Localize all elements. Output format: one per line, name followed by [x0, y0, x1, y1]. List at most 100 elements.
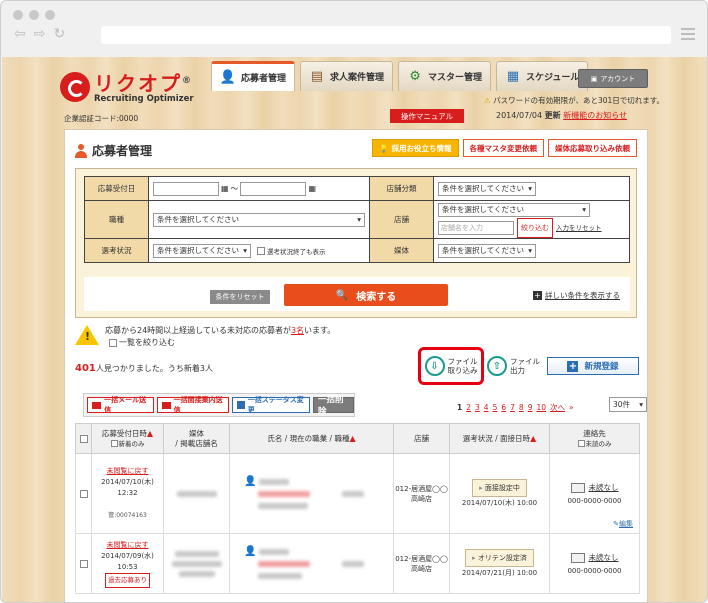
table-row[interactable]: 未閲覧に戻す 2014/07/10(木) 12:32 管:00074163 👤 … — [75, 453, 640, 534]
tab-label: 求人案件管理 — [330, 73, 385, 83]
date-to-input[interactable] — [240, 181, 307, 196]
search-button[interactable]: 🔍 検索する — [284, 284, 448, 306]
media-store-redacted — [171, 560, 222, 567]
page-2[interactable]: 2 — [466, 403, 471, 412]
page-3[interactable]: 3 — [475, 403, 480, 412]
per-page-select[interactable]: 30件 ▾ — [609, 397, 647, 412]
reload-icon[interactable]: ↻ — [53, 26, 65, 42]
bulk-delete-button[interactable]: 一括削除 — [312, 395, 355, 417]
media-select[interactable]: 条件を選択してください ▾ — [438, 243, 536, 258]
store-name-input[interactable]: 店舗名を入力 — [438, 220, 514, 235]
filter-list-checkbox[interactable] — [109, 338, 117, 347]
account-button[interactable]: ▣ アカウント — [578, 69, 648, 88]
applied-time: 10:53 — [117, 562, 138, 571]
company-code: 企業認証コード:0000 — [64, 114, 139, 123]
input-reset-link[interactable]: 入力をリセット — [556, 224, 602, 232]
app-logo[interactable]: リクオプ® Recruiting Optimizer — [60, 71, 194, 104]
status-button[interactable]: 面接設定中 — [472, 478, 527, 497]
store-select[interactable]: 条件を選択してください ▾ — [438, 202, 590, 217]
tab-job-management[interactable]: ▤ 求人案件管理 — [300, 61, 394, 91]
new-only-checkbox[interactable] — [110, 440, 118, 447]
unread-only-checkbox[interactable] — [577, 440, 585, 447]
header-buttons: 💡 採用お役立ち情報 各種マスタ変更依頼 媒体応募取り込み依頼 — [372, 139, 637, 157]
master-change-request-button[interactable]: 各種マスタ変更依頼 — [462, 139, 544, 157]
status-select[interactable]: 条件を選択してください ▾ — [153, 243, 251, 258]
next-page-link[interactable]: 次へ — [550, 402, 565, 413]
file-import-label-2: 取り込み — [447, 366, 478, 375]
date-column-header[interactable]: 応募受付日時▲ 新着のみ — [91, 423, 164, 454]
status-button[interactable]: オリテン設定済 — [465, 548, 534, 567]
edit-link[interactable]: 編集 — [619, 520, 633, 528]
window-maximize-dot[interactable] — [45, 10, 55, 20]
mail-icon — [161, 401, 171, 409]
page-8[interactable]: 8 — [519, 403, 524, 412]
undo-unread-link[interactable]: 未閲覧に戻す — [107, 467, 149, 475]
plus-icon: + — [533, 291, 542, 300]
reset-conditions-button[interactable]: 条件をリセット — [210, 290, 270, 304]
alert-count-link[interactable]: 3名 — [291, 326, 304, 335]
window-close-dot[interactable] — [13, 10, 23, 20]
date-label: 応募受付日 — [84, 176, 149, 201]
browser-window: ⇦ ⇨ ↻ リクオプ® Recruiting Optimizer 企業認証コード… — [0, 0, 708, 603]
calendar-icon[interactable]: ▦ — [308, 184, 316, 193]
tab-applicant-management[interactable]: 👤 応募者管理 — [211, 61, 296, 91]
table-header-row: 応募受付日時▲ 新着のみ 媒体 / 掲載店舗名 氏名 / 現在の職業 / 職種▲ 店… — [75, 423, 640, 454]
page-4[interactable]: 4 — [484, 403, 489, 412]
new-register-button[interactable]: + 新規登録 — [547, 357, 639, 375]
tab-schedule[interactable]: ▦ スケジュール — [496, 61, 589, 91]
calendar-icon[interactable]: ▦ — [221, 184, 229, 193]
forward-arrow-icon[interactable]: ⇨ — [34, 26, 46, 42]
row-checkbox[interactable] — [79, 559, 88, 568]
select-all-checkbox[interactable] — [79, 434, 88, 443]
person-icon — [75, 143, 87, 158]
row-checkbox[interactable] — [79, 489, 88, 498]
store-class-select[interactable]: 条件を選択してください ▾ — [438, 181, 536, 196]
page-10[interactable]: 10 — [536, 403, 546, 412]
narrow-button[interactable]: 絞り込む — [517, 217, 553, 238]
page-1[interactable]: 1 — [457, 403, 462, 412]
date-header-label: 応募受付日時 — [101, 428, 147, 438]
unread-messages[interactable]: 未読なし — [550, 482, 639, 493]
status-column-header[interactable]: 選考状況 / 面接日時▲ — [449, 423, 550, 454]
store-class-label: 店舗分類 — [369, 176, 434, 201]
page-7[interactable]: 7 — [510, 403, 515, 412]
page-viewport: リクオプ® Recruiting Optimizer 企業認証コード:0000 … — [2, 57, 707, 602]
job-select[interactable]: 条件を選択してください ▾ — [153, 212, 365, 227]
include-finished-label: 選考状況終了も表示 — [267, 247, 326, 256]
bulk-status-button[interactable]: 一括ステータス変更 — [232, 396, 310, 414]
male-icon: 👤 — [244, 475, 257, 487]
name-column-header[interactable]: 氏名 / 現在の職業 / 職種▲ — [229, 423, 394, 454]
media-import-request-button[interactable]: 媒体応募取り込み依頼 — [548, 139, 637, 157]
file-export-button[interactable]: ⇧ ファイル 出力 — [487, 352, 540, 380]
sort-icon: ▲ — [349, 433, 356, 443]
pagination: 1 2 3 4 5 6 7 8 9 10 次へ » — [457, 402, 574, 413]
tab-master-management[interactable]: ⚙ マスター管理 — [398, 61, 492, 91]
unread-messages[interactable]: 未読なし — [550, 552, 639, 563]
applied-time: 12:32 — [117, 489, 138, 497]
page-9[interactable]: 9 — [528, 403, 533, 412]
applicant-name-redacted[interactable] — [258, 490, 310, 497]
hamburger-menu-icon[interactable] — [681, 28, 695, 43]
undo-unread-link[interactable]: 未閲覧に戻す — [107, 541, 149, 549]
detail-conditions-link[interactable]: + 詳しい条件を表示する — [533, 290, 620, 301]
window-minimize-dot[interactable] — [29, 10, 39, 20]
logo-kana: リクオプ — [94, 71, 182, 96]
bulk-interview-button[interactable]: 一括面接案内送信 — [156, 396, 230, 414]
date-from-input[interactable] — [153, 181, 219, 196]
table-row[interactable]: 未閲覧に戻す 2014/07/09(水) 10:53 過去応募あり 👤 012-… — [75, 533, 640, 594]
page-6[interactable]: 6 — [501, 403, 506, 412]
bulk-mail-button[interactable]: 一括メール送信 — [87, 396, 154, 414]
applicant-name-redacted[interactable] — [258, 560, 310, 567]
manual-button[interactable]: 操作マニュアル — [390, 109, 464, 123]
news-link[interactable]: 新機能のお知らせ — [563, 111, 627, 120]
status-header-label: 選考状況 / 面接日時 — [462, 433, 531, 443]
back-arrow-icon[interactable]: ⇦ — [14, 26, 26, 42]
file-import-button[interactable]: ⇩ ファイル 取り込み — [418, 347, 484, 385]
detail-conditions-label: 詳しい条件を表示する — [545, 291, 620, 300]
page-5[interactable]: 5 — [493, 403, 498, 412]
main-panel: 応募者管理 💡 採用お役立ち情報 各種マスタ変更依頼 媒体応募取り込み依頼 応募… — [64, 129, 648, 602]
include-finished-checkbox[interactable] — [257, 246, 265, 255]
recruit-info-button[interactable]: 💡 採用お役立ち情報 — [372, 139, 459, 157]
address-bar[interactable] — [101, 26, 671, 44]
results-count: 401人見つかりました。うち新着3人 — [75, 363, 213, 374]
